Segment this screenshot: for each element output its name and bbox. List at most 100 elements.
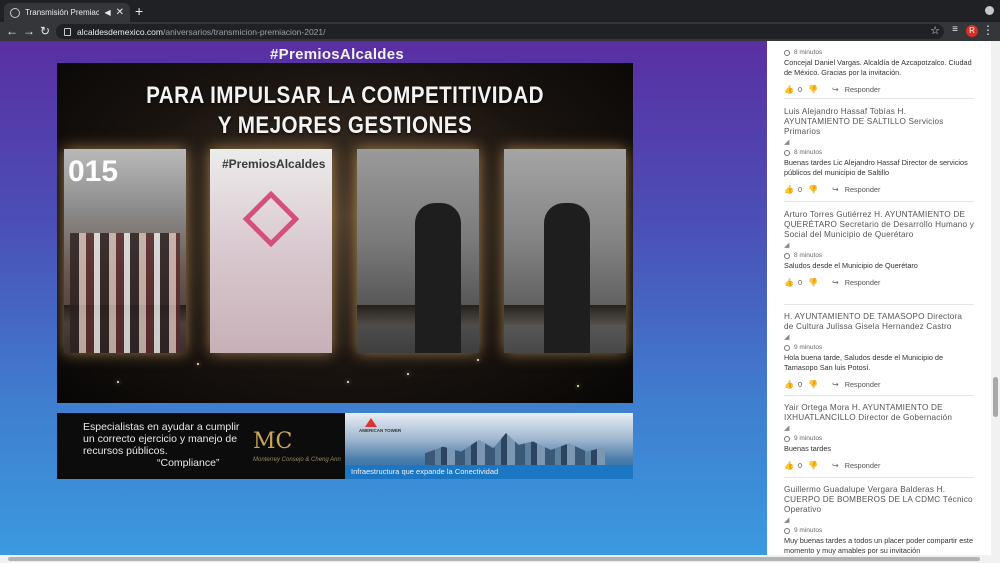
page-viewport: #PremiosAlcaldes PARA IMPULSAR LA COMPET… <box>0 41 1000 563</box>
reply-link[interactable]: Responder <box>845 461 881 470</box>
back-arrow-icon[interactable]: ← <box>6 23 18 40</box>
comment-item: H. AYUNTAMIENTO DE TAMASOPO Directora de… <box>784 312 974 389</box>
comment-actions: 👍 0 👎 ↪ Responder <box>784 379 974 389</box>
vertical-scroll-thumb[interactable] <box>993 377 998 417</box>
address-bar[interactable]: alcaldesdemexico.com/aniversarios/transm… <box>56 24 944 39</box>
like-count: 0 <box>797 379 803 389</box>
comment-item: Luis Alejandro Hassaf Tobías H. AYUNTAMI… <box>784 107 974 194</box>
rss-icon: ◢ <box>784 517 790 524</box>
thumbs-down-icon[interactable]: 👎 <box>808 461 818 470</box>
rss-icon: ◢ <box>784 334 790 341</box>
person-figure <box>544 203 590 353</box>
people-group <box>70 233 180 353</box>
person-figure <box>415 203 461 353</box>
comment-item: Arturo Torres Gutiérrez H. AYUNTAMIENTO … <box>784 210 974 287</box>
comment-divider <box>784 201 974 202</box>
comment-item: 8 minutos Concejal Daniel Vargas. Alcald… <box>784 48 974 94</box>
comment-time-text: 9 minutos <box>794 527 823 534</box>
new-tab-button[interactable]: + <box>135 4 143 18</box>
window-menu-icon[interactable] <box>985 6 994 15</box>
comment-time: 9 minutos <box>784 343 974 352</box>
thumbs-down-icon[interactable]: 👎 <box>808 380 818 389</box>
comment-author: Luis Alejandro Hassaf Tobías H. AYUNTAMI… <box>784 107 944 136</box>
horizontal-scrollbar[interactable] <box>0 555 991 563</box>
reply-arrow-icon: ↪ <box>832 277 839 287</box>
sparkle <box>407 373 409 375</box>
rss-icon: ◢ <box>784 425 790 432</box>
comment-time-text: 8 minutos <box>794 149 823 156</box>
browser-toolbar: ← → ↻ alcaldesdemexico.com/aniversarios/… <box>0 22 1000 41</box>
ad-copy-line: Especialistas en ayudar a cumplir <box>83 421 240 433</box>
ad-compliance[interactable]: Especialistas en ayudar a cumplir un cor… <box>57 413 345 479</box>
forward-arrow-icon[interactable]: → <box>23 23 35 40</box>
thumbs-up-icon[interactable]: 👍 <box>784 185 794 194</box>
browser-tab[interactable]: Transmisión Premiación 20 ◀ ✕ <box>4 3 130 22</box>
comment-time: 8 minutos <box>784 148 974 157</box>
video-player[interactable]: PARA IMPULSAR LA COMPETITIVIDAD Y MEJORE… <box>57 63 633 403</box>
thumbs-down-icon[interactable]: 👎 <box>808 278 818 287</box>
comment-author: Guillermo Guadalupe Vergara Balderas H. … <box>784 485 973 514</box>
comment-time: 8 minutos <box>784 251 974 260</box>
like-count: 0 <box>797 277 803 287</box>
video-panel-ceremony: 015 <box>64 149 186 353</box>
thumbs-up-icon[interactable]: 👍 <box>784 380 794 389</box>
reply-link[interactable]: Responder <box>845 85 881 94</box>
comment-time-text: 8 minutos <box>794 252 823 259</box>
comment-time: 8 minutos <box>784 48 974 57</box>
comment-author: Arturo Torres Gutiérrez H. AYUNTAMIENTO … <box>784 210 974 239</box>
horizontal-scroll-thumb[interactable] <box>8 557 980 561</box>
like-count: 0 <box>797 184 803 194</box>
close-tab-icon[interactable]: ✕ <box>116 7 124 18</box>
reload-icon[interactable]: ↻ <box>40 23 50 40</box>
reply-arrow-icon: ↪ <box>832 84 839 94</box>
comment-divider <box>784 477 974 478</box>
thumbs-up-icon[interactable]: 👍 <box>784 85 794 94</box>
thumbs-down-icon[interactable]: 👎 <box>808 85 818 94</box>
reply-link[interactable]: Responder <box>845 278 881 287</box>
browser-tab-bar: Transmisión Premiación 20 ◀ ✕ + <box>0 0 1000 22</box>
ad-brand: AMERICAN TOWER <box>359 428 402 433</box>
reply-arrow-icon: ↪ <box>832 379 839 389</box>
lock-icon <box>64 27 71 36</box>
ad-banner[interactable]: Especialistas en ayudar a cumplir un cor… <box>57 413 633 479</box>
sparkle <box>117 381 119 383</box>
clock-icon <box>784 149 790 156</box>
thumbs-up-icon[interactable]: 👍 <box>784 461 794 470</box>
comment-time: 9 minutos <box>784 434 974 443</box>
tab-title: Transmisión Premiación 20 <box>25 8 100 17</box>
comment-text: Muy buenas tardes a todos un placer pode… <box>784 536 974 555</box>
event-logo-icon <box>242 190 300 248</box>
clock-icon <box>784 49 790 56</box>
rss-icon: ◢ <box>784 242 790 249</box>
ad-american-tower[interactable]: AMERICAN TOWER Infraestructura que expan… <box>345 413 633 479</box>
ad-strip-text: Infraestructura que expande la Conectivi… <box>351 467 499 476</box>
media-control-icon[interactable]: ≡ <box>952 24 958 35</box>
comment-actions: 👍 0 👎 ↪ Responder <box>784 184 974 194</box>
mc-logo: MC <box>253 429 293 454</box>
thumbs-down-icon[interactable]: 👎 <box>808 185 818 194</box>
clock-icon <box>784 527 790 534</box>
reply-link[interactable]: Responder <box>845 380 881 389</box>
like-count: 0 <box>797 460 803 470</box>
globe-icon <box>10 7 20 18</box>
city-skyline <box>425 433 605 467</box>
comment-item: Guillermo Guadalupe Vergara Balderas H. … <box>784 485 974 556</box>
speaker-icon[interactable]: ◀ <box>104 8 110 17</box>
panel-number: 015 <box>68 155 119 188</box>
ad-copy-line: un correcto ejercicio y manejo de <box>83 433 238 445</box>
browser-menu-icon[interactable]: ⋮ <box>982 23 994 37</box>
comment-time-text: 8 minutos <box>794 49 823 56</box>
reply-arrow-icon: ↪ <box>832 460 839 470</box>
panel-hashtag: #PremiosAlcaldes <box>222 157 326 171</box>
reply-link[interactable]: Responder <box>845 185 881 194</box>
clock-icon <box>784 252 790 259</box>
comment-text: Concejal Daniel Vargas. Alcaldía de Azca… <box>784 58 972 77</box>
like-count: 0 <box>797 84 803 94</box>
video-headline-line2: Y MEJORES GESTIONES <box>217 112 473 139</box>
comment-divider <box>784 98 974 99</box>
comment-time: 9 minutos <box>784 526 974 535</box>
profile-avatar[interactable]: R <box>966 25 978 37</box>
vertical-scrollbar[interactable] <box>991 41 1000 563</box>
bookmark-star-icon[interactable]: ☆ <box>930 24 940 37</box>
thumbs-up-icon[interactable]: 👍 <box>784 278 794 287</box>
